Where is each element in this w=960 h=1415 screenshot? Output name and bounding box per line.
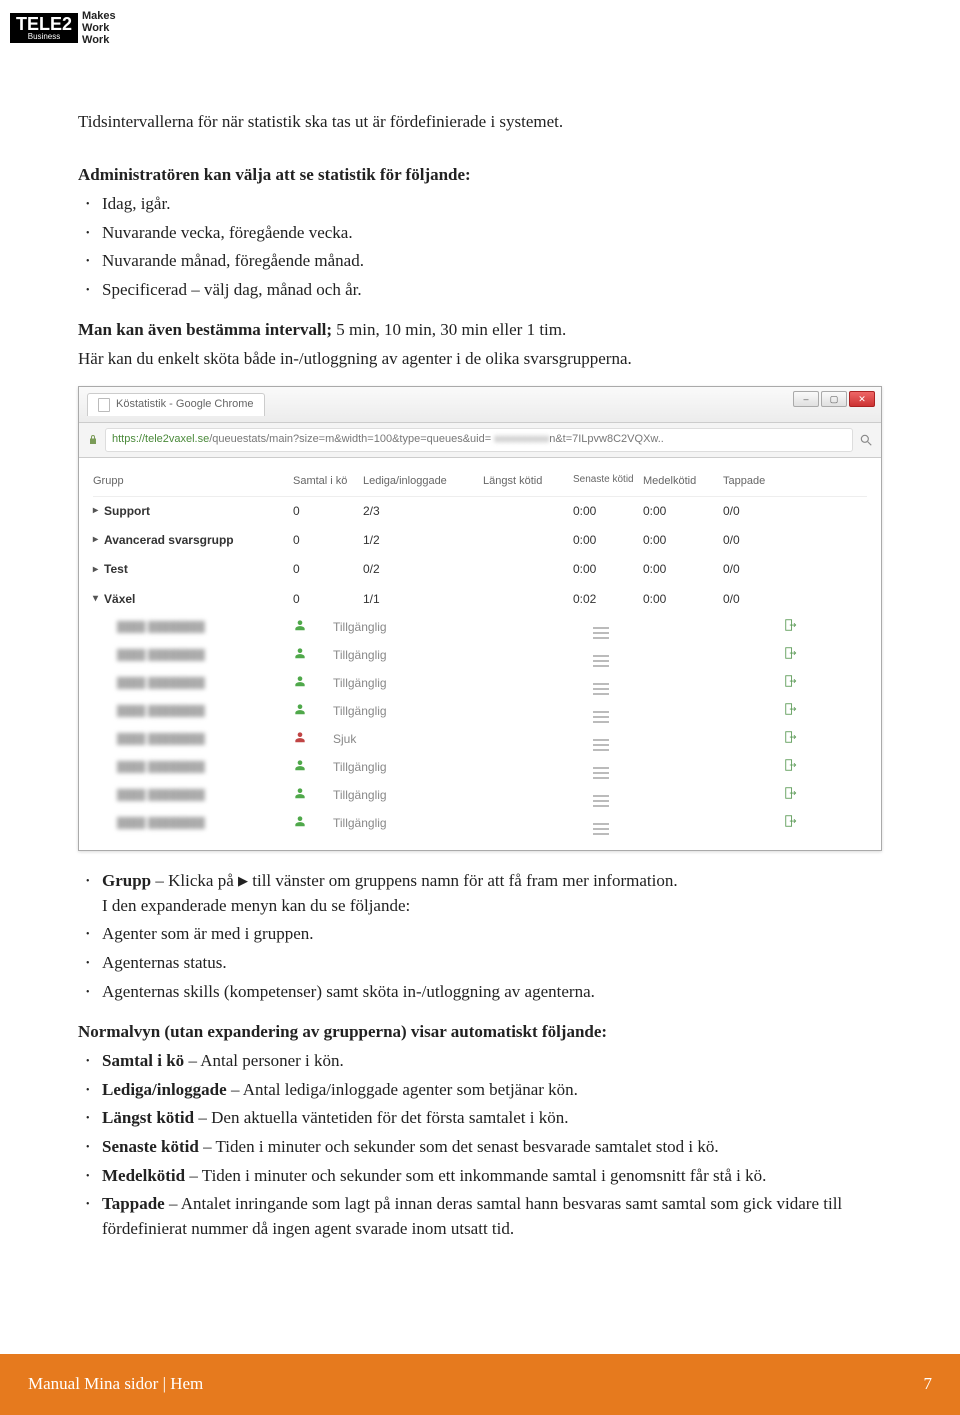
menu-icon[interactable] [593, 683, 609, 695]
logout-icon[interactable] [783, 758, 799, 772]
list-item: Nuvarande månad, föregående månad. [78, 249, 882, 274]
screenshot-body: Grupp Samtal i kö Lediga/inloggade Längs… [79, 458, 881, 851]
menu-icon[interactable] [593, 655, 609, 667]
menu-icon[interactable] [593, 795, 609, 807]
logout-icon[interactable] [783, 702, 799, 716]
tele2-badge: TELE2 Business [10, 13, 78, 43]
list-item: Lediga/inloggade – Antal lediga/inloggad… [78, 1078, 882, 1103]
list-item: Tappade – Antalet inringande som lagt på… [78, 1192, 882, 1241]
agent-row: ████ ████████ Tillgänglig [93, 614, 867, 642]
list-item: Idag, igår. [78, 192, 882, 217]
grupp-block: Grupp – Klicka på ▶ till vänster om grup… [78, 869, 882, 1004]
mww-text: Makes Work Work [82, 10, 116, 46]
menu-icon[interactable] [593, 711, 609, 723]
table-row[interactable]: ▸Support 02/30:000:000/0 [93, 497, 867, 526]
intervals-line: Man kan även bestämma intervall; 5 min, … [78, 318, 882, 343]
agent-row: ████ ████████ Tillgänglig [93, 782, 867, 810]
normal-list: Samtal i kö – Antal personer i kön. Ledig… [78, 1049, 882, 1241]
list-item: Agenternas status. [78, 951, 882, 976]
brand-logo: TELE2 Business Makes Work Work [10, 10, 116, 46]
presence-icon [293, 646, 307, 660]
loginout-line: Här kan du enkelt sköta både in-/utloggn… [78, 347, 882, 372]
intro-p2: Administratören kan välja att se statist… [78, 163, 882, 188]
agent-row: ████ ████████ Tillgänglig [93, 642, 867, 670]
expand-icon[interactable]: ▸ [93, 563, 98, 578]
menu-icon[interactable] [593, 739, 609, 751]
logout-icon[interactable] [783, 674, 799, 688]
lock-icon [87, 434, 99, 446]
expand-icon[interactable]: ▾ [93, 592, 98, 607]
tele2-sub: Business [28, 33, 60, 41]
normal-title: Normalvyn (utan expandering av grupperna… [78, 1020, 882, 1045]
list-item: Medelkötid – Tiden i minuter och sekunde… [78, 1164, 882, 1189]
logout-icon[interactable] [783, 730, 799, 744]
presence-icon [293, 674, 307, 688]
footer-left: Manual Mina sidor | Hem [28, 1372, 203, 1397]
logout-icon[interactable] [783, 646, 799, 660]
tele2-text: TELE2 [16, 15, 72, 33]
logout-icon[interactable] [783, 814, 799, 828]
table-row[interactable]: ▸Avancerad svarsgrupp 01/20:000:000/0 [93, 526, 867, 555]
list-item: Senaste kötid – Tiden i minuter och seku… [78, 1135, 882, 1160]
menu-icon[interactable] [593, 767, 609, 779]
presence-icon [293, 786, 307, 800]
url-text: https://tele2vaxel.se/queuestats/main?si… [105, 428, 853, 452]
grupp-intro: Grupp – Klicka på ▶ till vänster om grup… [78, 869, 882, 918]
presence-icon [293, 730, 307, 744]
tab-favicon [98, 398, 110, 412]
presence-icon [293, 702, 307, 716]
screenshot-window: Köstatistik - Google Chrome – ▢ ✕ https:… [78, 386, 882, 851]
agent-row: ████ ████████ Tillgänglig [93, 754, 867, 782]
menu-icon[interactable] [593, 627, 609, 639]
minimize-button[interactable]: – [793, 391, 819, 407]
presence-icon [293, 758, 307, 772]
expand-icon[interactable]: ▸ [93, 504, 98, 519]
table-row[interactable]: ▾Växel 01/10:020:000/0 [93, 585, 867, 614]
table-row[interactable]: ▸Test 00/20:000:000/0 [93, 555, 867, 584]
expand-icon[interactable]: ▸ [93, 533, 98, 548]
search-icon[interactable] [859, 433, 873, 447]
tab-title: Köstatistik - Google Chrome [116, 397, 254, 413]
close-button[interactable]: ✕ [849, 391, 875, 407]
window-titlebar: Köstatistik - Google Chrome – ▢ ✕ [79, 387, 881, 423]
agent-row: ████ ████████ Tillgänglig [93, 698, 867, 726]
list-item: Längst kötid – Den aktuella väntetiden f… [78, 1106, 882, 1131]
address-bar[interactable]: https://tele2vaxel.se/queuestats/main?si… [79, 423, 881, 458]
list-item: Nuvarande vecka, föregående vecka. [78, 221, 882, 246]
page-footer: Manual Mina sidor | Hem 7 [0, 1354, 960, 1415]
intro-bullets: Idag, igår. Nuvarande vecka, föregående … [78, 192, 882, 303]
intro-p1: Tidsintervallerna för när statistik ska … [78, 110, 882, 135]
logout-icon[interactable] [783, 618, 799, 632]
table-header: Grupp Samtal i kö Lediga/inloggade Längs… [93, 468, 867, 497]
menu-icon[interactable] [593, 823, 609, 835]
list-item: Agenternas skills (kompetenser) samt skö… [78, 980, 882, 1005]
presence-icon [293, 814, 307, 828]
agent-row: ████ ████████ Tillgänglig [93, 670, 867, 698]
agent-row: ████ ████████ Sjuk [93, 726, 867, 754]
logout-icon[interactable] [783, 786, 799, 800]
list-item: Specificerad – välj dag, månad och år. [78, 278, 882, 303]
list-item: Agenter som är med i gruppen. [78, 922, 882, 947]
browser-tab[interactable]: Köstatistik - Google Chrome [87, 393, 265, 416]
play-icon: ▶ [238, 873, 248, 888]
presence-icon [293, 618, 307, 632]
list-item: Samtal i kö – Antal personer i kön. [78, 1049, 882, 1074]
maximize-button[interactable]: ▢ [821, 391, 847, 407]
footer-page: 7 [924, 1372, 933, 1397]
agent-row: ████ ████████ Tillgänglig [93, 810, 867, 838]
